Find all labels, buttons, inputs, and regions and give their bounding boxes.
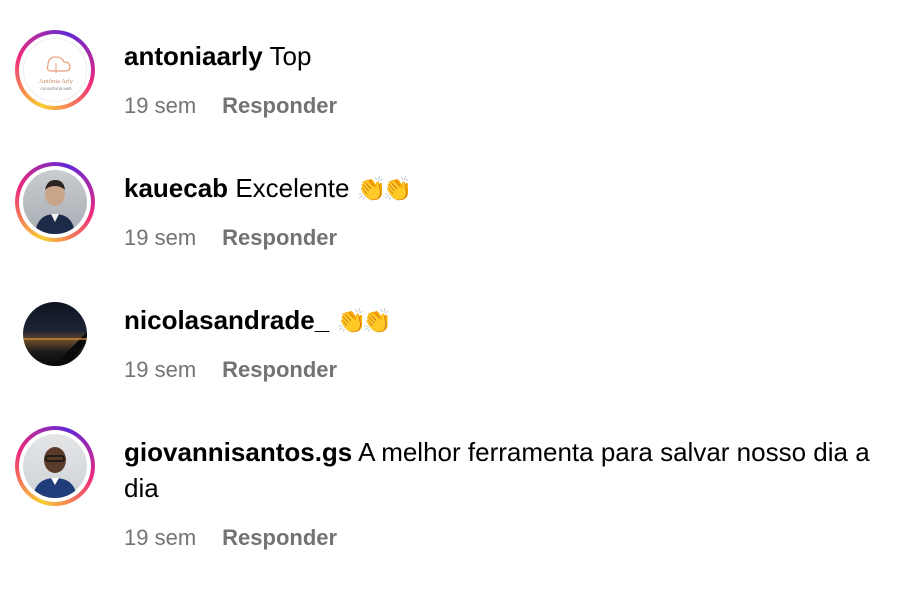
reply-button[interactable]: Responder (222, 93, 337, 119)
airplane-wing-icon (23, 332, 87, 366)
comment-time: 19 sem (124, 225, 197, 250)
comment-username[interactable]: nicolasandrade_ (124, 305, 329, 335)
comment-body: kauecab Excelente 👏👏 (124, 170, 884, 207)
logo-brand: Antônia Arly (39, 78, 74, 85)
logo-tagline: consultoria web (40, 86, 72, 91)
avatar[interactable] (15, 162, 95, 242)
comment-time: 19 sem (124, 525, 197, 550)
comment-body: giovannisantos.gs A melhor ferramenta pa… (124, 434, 884, 506)
comment-meta: 19 sem Responder (124, 525, 337, 551)
comment-body: antoniaarly Top (124, 38, 884, 74)
comment-username[interactable]: giovannisantos.gs (124, 437, 352, 467)
comment-time: 19 sem (124, 357, 197, 382)
comment-item: Antônia Arly consultoria web antoniaarly… (0, 0, 920, 132)
clapping-hands-icon: 👏👏 (336, 307, 392, 335)
person-icon (33, 447, 77, 498)
comment-meta: 19 sem Responder (124, 357, 337, 383)
comment-text: Top (269, 41, 312, 71)
person-icon (35, 180, 75, 234)
comment-text: Excelente (235, 173, 350, 203)
comment-username[interactable]: antoniaarly (124, 41, 263, 71)
comment-meta: 19 sem Responder (124, 225, 337, 251)
cloud-logo-icon: Antônia Arly consultoria web (39, 56, 74, 91)
reply-button[interactable]: Responder (222, 525, 337, 551)
avatar[interactable]: Antônia Arly consultoria web (15, 30, 95, 110)
profile-photo (23, 434, 87, 498)
profile-photo (23, 302, 87, 366)
logo-avatar: Antônia Arly consultoria web (23, 38, 87, 102)
profile-photo (23, 170, 87, 234)
comment-body: nicolasandrade_ 👏👏 (124, 302, 884, 339)
reply-button[interactable]: Responder (222, 357, 337, 383)
comment-meta: 19 sem Responder (124, 93, 337, 119)
comment-item: giovannisantos.gs A melhor ferramenta pa… (0, 396, 920, 608)
comment-item: kauecab Excelente 👏👏 19 sem Responder (0, 132, 920, 264)
avatar[interactable] (15, 294, 95, 374)
comment-item: nicolasandrade_ 👏👏 19 sem Responder (0, 264, 920, 396)
reply-button[interactable]: Responder (222, 225, 337, 251)
avatar[interactable] (15, 426, 95, 506)
comment-username[interactable]: kauecab (124, 173, 228, 203)
comment-time: 19 sem (124, 93, 197, 118)
clapping-hands-icon: 👏👏 (356, 175, 413, 203)
